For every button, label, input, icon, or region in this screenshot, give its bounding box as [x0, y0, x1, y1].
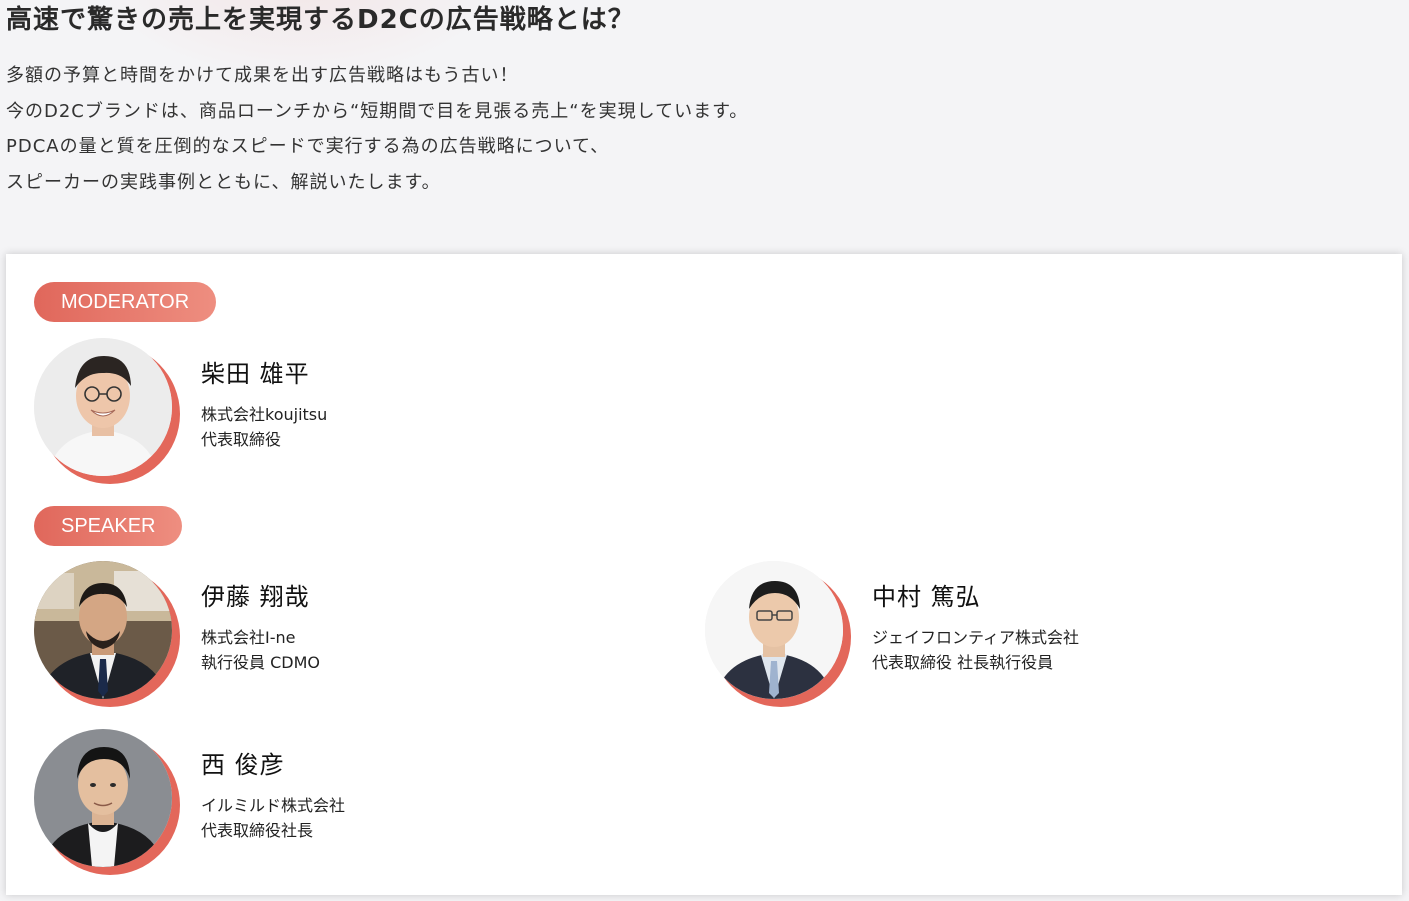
person-title: 代表取締役 社長執行役員: [872, 653, 1054, 672]
speaker-profile: 西 俊彦 イルミルド株式会社 代表取締役社長: [34, 729, 634, 879]
page-title: 高速で驚きの売上を実現するD2Cの広告戦略とは？: [6, 5, 635, 35]
moderator-badge: MODERATOR: [34, 282, 217, 322]
intro-line: スピーカーの実践事例とともに、解説いたします。: [6, 171, 441, 193]
speaker-profile: 中村 篤弘 ジェイフロンティア株式会社 代表取締役 社長執行役員: [705, 561, 1305, 711]
person-company: 株式会社koujitsu: [201, 405, 328, 424]
moderator-profile: 柴田 雄平 株式会社koujitsu 代表取締役: [34, 338, 634, 488]
person-title: 代表取締役社長: [201, 821, 314, 840]
speakers-card: MODERATOR 柴田 雄平 株式会社koujitsu 代表取締役 SPEAK…: [6, 254, 1402, 895]
person-name: 中村 篤弘: [872, 583, 981, 611]
person-title: 執行役員 CDMO: [201, 653, 320, 672]
avatar: [705, 561, 851, 707]
person-company: イルミルド株式会社: [201, 796, 346, 815]
speaker-profile: 伊藤 翔哉 株式会社I-ne 執行役員 CDMO: [34, 561, 634, 711]
intro-line: PDCAの量と質を圧倒的なスピードで実行する為の広告戦略について、: [6, 136, 610, 157]
avatar: [34, 338, 180, 484]
person-title: 代表取締役: [201, 430, 282, 449]
avatar: [34, 729, 180, 875]
person-name: 西 俊彦: [201, 751, 285, 779]
portrait-image: [34, 729, 172, 867]
speaker-badge: SPEAKER: [34, 506, 183, 546]
intro-line: 今のD2Cブランドは、商品ローンチから“短期間で目を見張る売上“を実現しています…: [6, 100, 749, 122]
intro-text: 多額の予算と時間をかけて成果を出す広告戦略はもう古い！ 今のD2Cブランドは、商…: [6, 58, 748, 200]
portrait-image: [34, 338, 172, 476]
person-name: 柴田 雄平: [201, 360, 310, 388]
person-company: ジェイフロンティア株式会社: [872, 628, 1080, 647]
person-company: 株式会社I-ne: [201, 628, 296, 647]
person-name: 伊藤 翔哉: [201, 583, 310, 611]
portrait-image: [34, 561, 172, 699]
portrait-image: [705, 561, 843, 699]
intro-line: 多額の予算と時間をかけて成果を出す広告戦略はもう古い！: [6, 65, 519, 86]
avatar: [34, 561, 180, 707]
